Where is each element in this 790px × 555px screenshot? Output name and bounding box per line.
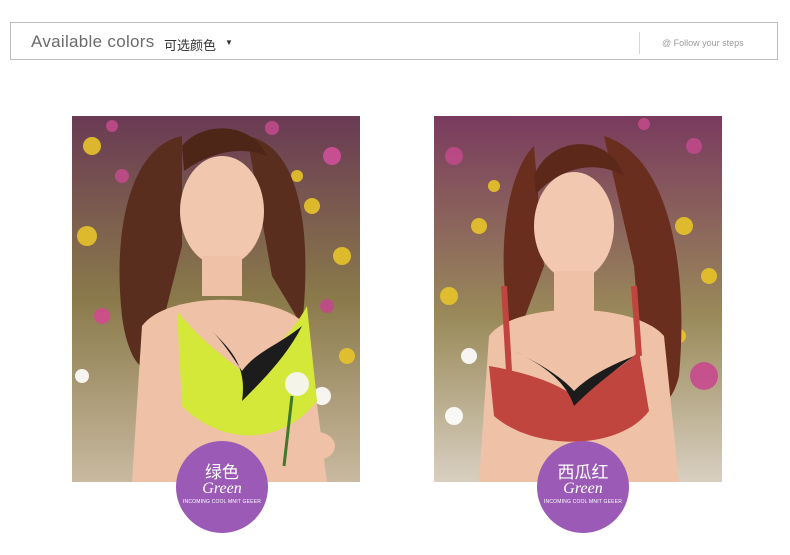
colors-header-bar: Available colors 可选颜色 ▼ @ Follow your st… [10,22,778,60]
header-title: Available colors [31,32,155,51]
dropdown-caret-icon[interactable]: ▼ [225,38,233,47]
follow-link[interactable]: @ Follow your steps [662,38,744,48]
product-photo-green[interactable] [72,116,360,482]
header-subtitle: 可选颜色 [164,38,217,53]
badge-tagline: INCOMING COOL MNIT GEEER [543,499,623,505]
color-name-en: Green [563,480,603,497]
color-badge-green[interactable]: 绿色 Green INCOMING COOL MNIT GEEER [176,441,268,533]
color-name-en: Green [202,480,242,497]
badge-tagline: INCOMING COOL MNIT GEEER [182,499,262,505]
product-photo-watermelon-red[interactable] [434,116,722,482]
color-badge-watermelon-red[interactable]: 西瓜红 Green INCOMING COOL MNIT GEEER [537,441,629,533]
header-divider [639,32,640,54]
